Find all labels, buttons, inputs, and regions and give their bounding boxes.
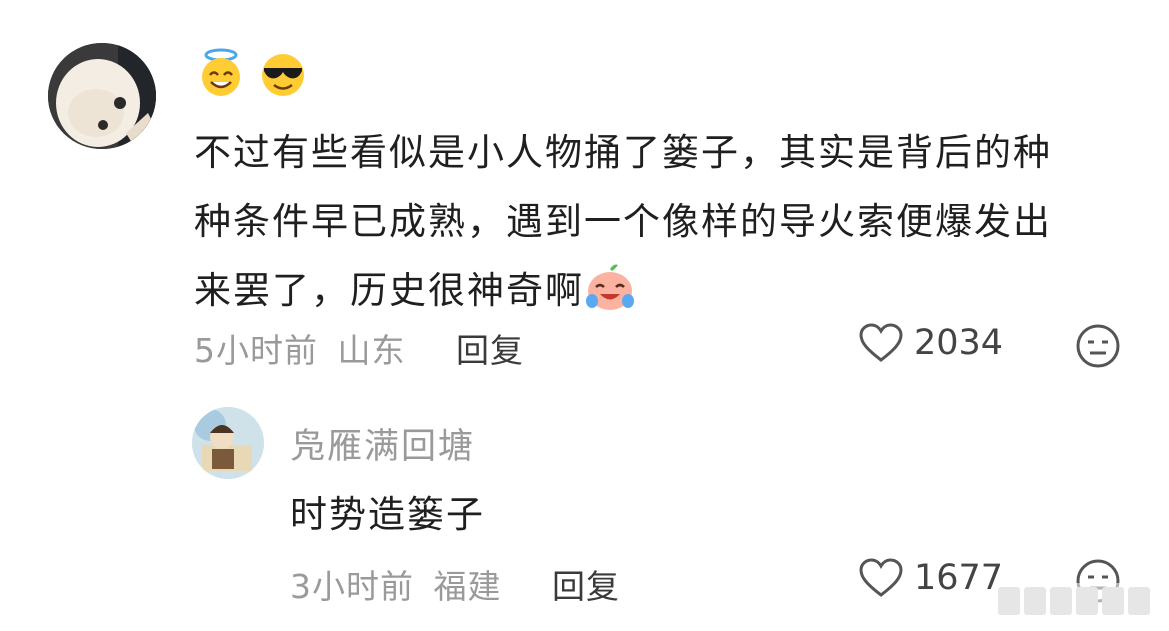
reply-text: 时势造篓子 (290, 493, 485, 536)
watermark-block (1102, 587, 1124, 615)
comment-location: 山东 (337, 331, 406, 370)
reply-username[interactable]: 凫雁满回塘 (290, 418, 475, 469)
like-count: 2034 (914, 323, 1004, 363)
comment-emoji-row (196, 48, 308, 100)
meh-face-icon (1076, 324, 1120, 368)
reply-like-button[interactable]: 1677 (858, 558, 1003, 598)
sunglasses-emoji-icon (262, 54, 304, 96)
reply-meta: 3小时前 福建 (290, 560, 502, 608)
watermark-block (1128, 587, 1150, 615)
watermark (994, 583, 1163, 619)
comment-text-segment: 来罢了，历史很神奇啊 (194, 269, 584, 312)
watermark-block (1024, 587, 1046, 615)
watermark-block (1076, 587, 1098, 615)
reply-time: 3小时前 (290, 567, 414, 606)
halo-smile-emoji-icon (202, 48, 240, 96)
dislike-button[interactable] (1075, 323, 1121, 373)
comment-text-line: 不过有些看似是小人物捅了篓子，其实是背后的种 (194, 131, 1052, 174)
laugh-cry-emoji-icon (586, 264, 634, 310)
reply-location: 福建 (433, 567, 502, 606)
comment-text: 不过有些看似是小人物捅了篓子，其实是背后的种 种条件早已成熟，遇到一个像样的导火… (194, 118, 1129, 325)
like-count: 1677 (914, 558, 1004, 598)
heart-icon (859, 323, 903, 362)
reply-avatar[interactable] (192, 407, 264, 479)
heart-icon (859, 558, 903, 597)
watermark-block (1050, 587, 1072, 615)
comment-text-line: 来罢了，历史很神奇啊 (194, 256, 1129, 325)
comment-like-button[interactable]: 2034 (858, 323, 1003, 363)
comment-meta: 5小时前 山东 (194, 324, 406, 372)
avatar[interactable] (48, 43, 156, 149)
comment-time: 5小时前 (194, 331, 318, 370)
watermark-block (998, 587, 1020, 615)
comment-text-line: 种条件早已成熟，遇到一个像样的导火索便爆发出 (194, 200, 1052, 243)
reply-reply-button[interactable]: 回复 (552, 560, 620, 608)
reply-button[interactable]: 回复 (456, 324, 524, 372)
